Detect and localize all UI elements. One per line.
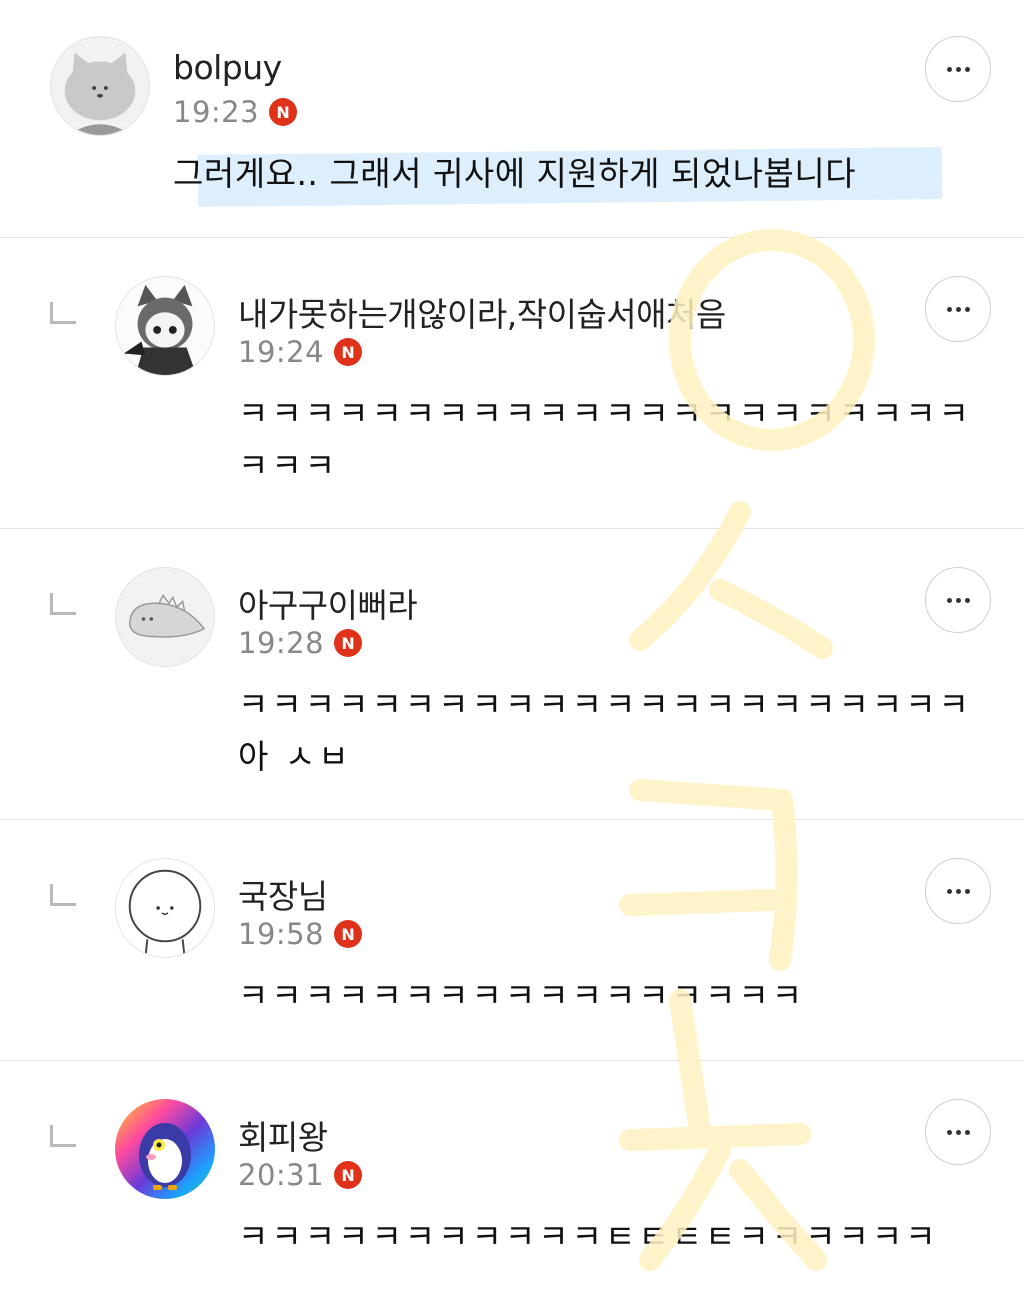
comment-time: 19:24 xyxy=(238,335,325,369)
new-badge: N xyxy=(334,338,363,366)
dinosaur-avatar-icon[interactable] xyxy=(115,567,215,667)
cat-avatar-icon[interactable] xyxy=(50,36,150,136)
round-face-avatar-icon[interactable] xyxy=(115,858,215,958)
comment-text: ㅋㅋㅋㅋㅋㅋㅋㅋㅋㅋㅋㅋㅋㅋㅋㅋㅋㅋㅋㅋㅋㅋ ㅋㅋㅋ xyxy=(238,394,972,485)
comment-meta: 19:58 N xyxy=(238,917,363,951)
more-options-button[interactable] xyxy=(925,36,991,102)
comment-meta: 19:24 N xyxy=(238,335,363,369)
more-options-button[interactable] xyxy=(925,567,991,633)
comment-text: ㅋㅋㅋㅋㅋㅋㅋㅋㅋㅋㅋㅋㅋㅋㅋㅋㅋㅋㅋㅋㅋㅋ 아 ㅅㅂ xyxy=(238,685,972,776)
more-dots-icon xyxy=(946,1129,970,1135)
comment-item: 국장님 19:58 N ㅋㅋㅋㅋㅋㅋㅋㅋㅋㅋㅋㅋㅋㅋㅋㅋㅋ xyxy=(0,820,1024,1061)
comment-text: ㅋㅋㅋㅋㅋㅋㅋㅋㅋㅋㅋㅋㅋㅋㅋㅋㅋ xyxy=(238,976,806,1015)
anime-girl-avatar-icon[interactable] xyxy=(115,276,215,376)
more-dots-icon xyxy=(946,597,970,603)
comment-time: 19:28 xyxy=(238,626,325,660)
more-dots-icon xyxy=(946,306,970,312)
comment-item: 내가못하는개않이라,작이숩서애처음 19:24 N ㅋㅋㅋㅋㅋㅋㅋㅋㅋㅋㅋㅋㅋㅋ… xyxy=(0,238,1024,529)
comment-nickname[interactable]: 아구구이뻐라 xyxy=(238,579,418,627)
comment-nickname[interactable]: 국장님 xyxy=(238,870,328,918)
comment-time: 19:58 xyxy=(238,917,325,951)
new-badge: N xyxy=(334,629,363,657)
new-badge: N xyxy=(334,920,363,948)
comment-item: bolpuy 19:23 N 그러게요.. 그래서 귀사에 지원하게 되었나봅니… xyxy=(0,0,1024,238)
reply-arrow-icon xyxy=(50,1125,76,1147)
comment-item: 아구구이뻐라 19:28 N ㅋㅋㅋㅋㅋㅋㅋㅋㅋㅋㅋㅋㅋㅋㅋㅋㅋㅋㅋㅋㅋㅋ 아 … xyxy=(0,529,1024,820)
reply-arrow-icon xyxy=(50,302,76,324)
comment-meta: 19:28 N xyxy=(238,626,363,660)
reply-arrow-icon xyxy=(50,593,76,615)
comment-nickname[interactable]: 회피왕 xyxy=(238,1111,328,1159)
new-badge: N xyxy=(334,1161,363,1189)
more-options-button[interactable] xyxy=(925,276,991,342)
more-dots-icon xyxy=(946,66,970,72)
comment-nickname[interactable]: 내가못하는개않이라,작이숩서애처음 xyxy=(238,288,726,336)
more-options-button[interactable] xyxy=(925,858,991,924)
comment-meta: 20:31 N xyxy=(238,1158,363,1192)
more-options-button[interactable] xyxy=(925,1099,991,1165)
comment-time: 20:31 xyxy=(238,1158,325,1192)
comment-item: 회피왕 20:31 N ㅋㅋㅋㅋㅋㅋㅋㅋㅋㅋㅋㅌㅌㅌㅌㅋㅋㅋㅋㅋㅋ xyxy=(0,1061,1024,1292)
more-dots-icon xyxy=(946,888,970,894)
comment-time: 19:23 xyxy=(173,95,260,129)
comment-text: ㅋㅋㅋㅋㅋㅋㅋㅋㅋㅋㅋㅌㅌㅌㅌㅋㅋㅋㅋㅋㅋ xyxy=(238,1217,939,1256)
comment-meta: 19:23 N xyxy=(173,95,298,129)
comment-nickname[interactable]: bolpuy xyxy=(173,48,282,87)
new-badge: N xyxy=(269,98,298,126)
reply-arrow-icon xyxy=(50,884,76,906)
penguin-avatar-icon[interactable] xyxy=(115,1099,215,1199)
comment-text: 그러게요.. 그래서 귀사에 지원하게 되었나봅니다 xyxy=(173,154,857,193)
